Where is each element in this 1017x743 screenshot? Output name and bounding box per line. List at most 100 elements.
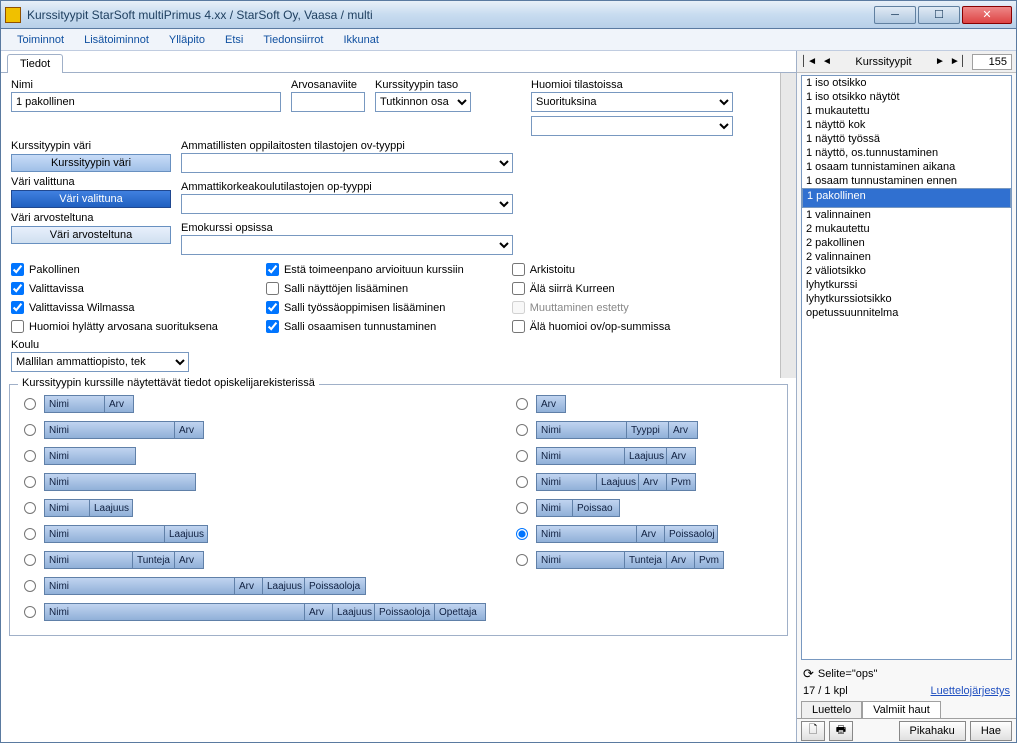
type-listbox[interactable]: 1 iso otsikko1 iso otsikko näytöt1 mukau… xyxy=(801,75,1012,660)
menu-yllapito[interactable]: Ylläpito xyxy=(161,32,213,48)
layout-row: NimiLaajuusArv xyxy=(516,447,724,465)
menu-tiedonsiirrot[interactable]: Tiedonsiirrot xyxy=(255,32,331,48)
list-item[interactable]: 1 näyttö työssä xyxy=(802,132,1011,146)
hae-button[interactable]: Hae xyxy=(970,721,1012,741)
tab-valmiit[interactable]: Valmiit haut xyxy=(862,701,941,718)
layout-radio[interactable] xyxy=(24,450,36,462)
checkbox[interactable] xyxy=(11,301,24,314)
varivalittuna-button[interactable]: Väri valittuna xyxy=(11,190,171,208)
layout-radio[interactable] xyxy=(24,398,36,410)
checkbox[interactable] xyxy=(512,263,525,276)
list-item[interactable]: 2 pakollinen xyxy=(802,236,1011,250)
list-item[interactable]: 1 näyttö, os.tunnustaminen xyxy=(802,146,1011,160)
check--l-huomioi-ov-op-summissa[interactable]: Älä huomioi ov/op-summissa xyxy=(512,320,671,333)
layout-radio[interactable] xyxy=(516,528,528,540)
layout-radio[interactable] xyxy=(516,424,528,436)
close-button[interactable]: ✕ xyxy=(962,6,1012,24)
layout-radio[interactable] xyxy=(24,528,36,540)
layout-radio[interactable] xyxy=(24,502,36,514)
check-huomioi-hyl-tty-arvosana-suorituksena[interactable]: Huomioi hylätty arvosana suorituksena xyxy=(11,320,218,333)
check-valittavissa-wilmassa[interactable]: Valittavissa Wilmassa xyxy=(11,301,218,314)
new-button[interactable]: 🗋 xyxy=(801,721,825,741)
check--l-siirr-kurreen[interactable]: Älä siirrä Kurreen xyxy=(512,282,671,295)
layout-radio[interactable] xyxy=(24,554,36,566)
checkbox[interactable] xyxy=(512,320,525,333)
list-item[interactable]: 1 osaam tunnistaminen aikana xyxy=(802,160,1011,174)
layout-radio[interactable] xyxy=(24,424,36,436)
check-salli-ty-ss-oppimisen-lis-minen[interactable]: Salli työssäoppimisen lisääminen xyxy=(266,301,464,314)
menu-ikkunat[interactable]: Ikkunat xyxy=(335,32,386,48)
check-valittavissa[interactable]: Valittavissa xyxy=(11,282,218,295)
menu-lisatoiminnot[interactable]: Lisätoiminnot xyxy=(76,32,157,48)
maximize-button[interactable]: ☐ xyxy=(918,6,960,24)
checkbox[interactable] xyxy=(11,263,24,276)
taso-select[interactable]: Tutkinnon osa xyxy=(375,92,471,112)
check-salli-osaamisen-tunnustaminen[interactable]: Salli osaamisen tunnustaminen xyxy=(266,320,464,333)
arvosanaviite-input[interactable] xyxy=(291,92,365,112)
check-label: Estä toimeenpano arvioituun kurssiin xyxy=(284,264,464,276)
checkbox[interactable] xyxy=(266,301,279,314)
variarvosteltuna-button[interactable]: Väri arvosteltuna xyxy=(11,226,171,244)
nav-next-icon[interactable]: ► xyxy=(932,54,948,70)
list-item[interactable]: lyhytkurssiotsikko xyxy=(802,292,1011,306)
nav-last-icon[interactable]: ►│ xyxy=(950,54,966,70)
koulu-select[interactable]: Mallilan ammattiopisto, tek xyxy=(11,352,189,372)
layout-segment: Nimi xyxy=(537,474,597,490)
nav-prev-icon[interactable]: ◄ xyxy=(819,54,835,70)
layout-radio[interactable] xyxy=(516,502,528,514)
list-item[interactable]: 1 mukautettu xyxy=(802,104,1011,118)
amm-select[interactable] xyxy=(181,153,513,173)
list-item[interactable]: 2 mukautettu xyxy=(802,222,1011,236)
list-item[interactable]: 1 iso otsikko xyxy=(802,76,1011,90)
huomioi-select-2[interactable] xyxy=(531,116,733,136)
checkbox[interactable] xyxy=(266,320,279,333)
emo-select[interactable] xyxy=(181,235,513,255)
list-item[interactable]: 2 väliotsikko xyxy=(802,264,1011,278)
tab-luettelo[interactable]: Luettelo xyxy=(801,701,862,718)
layout-preview: NimiLaajuusArvPvm xyxy=(536,473,696,491)
list-item[interactable]: opetussuunnitelma xyxy=(802,306,1011,320)
layout-radio[interactable] xyxy=(24,476,36,488)
layout-preview: NimiLaajuusArv xyxy=(536,447,696,465)
amk-select[interactable] xyxy=(181,194,513,214)
layout-segment: Nimi xyxy=(45,604,305,620)
list-item[interactable]: 1 osaam tunnustaminen ennen xyxy=(802,174,1011,188)
print-button[interactable]: 🖶 xyxy=(829,721,853,741)
nav-first-icon[interactable]: │◄ xyxy=(801,54,817,70)
nav-count: 155 xyxy=(972,54,1012,70)
layout-segment: Nimi xyxy=(45,500,90,516)
layout-radio[interactable] xyxy=(516,450,528,462)
menu-toiminnot[interactable]: Toiminnot xyxy=(9,32,72,48)
checkbox[interactable] xyxy=(512,282,525,295)
list-item[interactable]: 1 valinnainen xyxy=(802,208,1011,222)
vari-button[interactable]: Kurssityypin väri xyxy=(11,154,171,172)
layout-radio[interactable] xyxy=(24,580,36,592)
checkbox[interactable] xyxy=(11,320,24,333)
layout-radio[interactable] xyxy=(516,554,528,566)
minimize-button[interactable]: ─ xyxy=(874,6,916,24)
menu-etsi[interactable]: Etsi xyxy=(217,32,251,48)
check-pakollinen[interactable]: Pakollinen xyxy=(11,263,218,276)
checkbox[interactable] xyxy=(11,282,24,295)
check-est-toimeenpano-arvioituun-kurssiin[interactable]: Estä toimeenpano arvioituun kurssiin xyxy=(266,263,464,276)
sort-link[interactable]: Luettelojärjestys xyxy=(931,685,1011,697)
list-item[interactable]: 2 valinnainen xyxy=(802,250,1011,264)
check-arkistoitu[interactable]: Arkistoitu xyxy=(512,263,671,276)
layout-radio[interactable] xyxy=(516,476,528,488)
layout-preview: Arv xyxy=(536,395,566,413)
checkbox[interactable] xyxy=(266,263,279,276)
pikahaku-button[interactable]: Pikahaku xyxy=(899,721,966,741)
layout-radio[interactable] xyxy=(24,606,36,618)
list-item[interactable]: 1 näyttö kok xyxy=(802,118,1011,132)
list-item[interactable]: lyhytkurssi xyxy=(802,278,1011,292)
list-item[interactable]: 1 pakollinen xyxy=(802,188,1011,208)
form-scrollbar[interactable] xyxy=(780,73,796,378)
check-salli-n-ytt-jen-lis-minen[interactable]: Salli näyttöjen lisääminen xyxy=(266,282,464,295)
tab-tiedot[interactable]: Tiedot xyxy=(7,54,63,73)
checkbox[interactable] xyxy=(266,282,279,295)
huomioi-select[interactable]: Suorituksina xyxy=(531,92,733,112)
list-item[interactable]: 1 iso otsikko näytöt xyxy=(802,90,1011,104)
refresh-icon[interactable] xyxy=(803,666,814,682)
nimi-input[interactable] xyxy=(11,92,281,112)
layout-radio[interactable] xyxy=(516,398,528,410)
